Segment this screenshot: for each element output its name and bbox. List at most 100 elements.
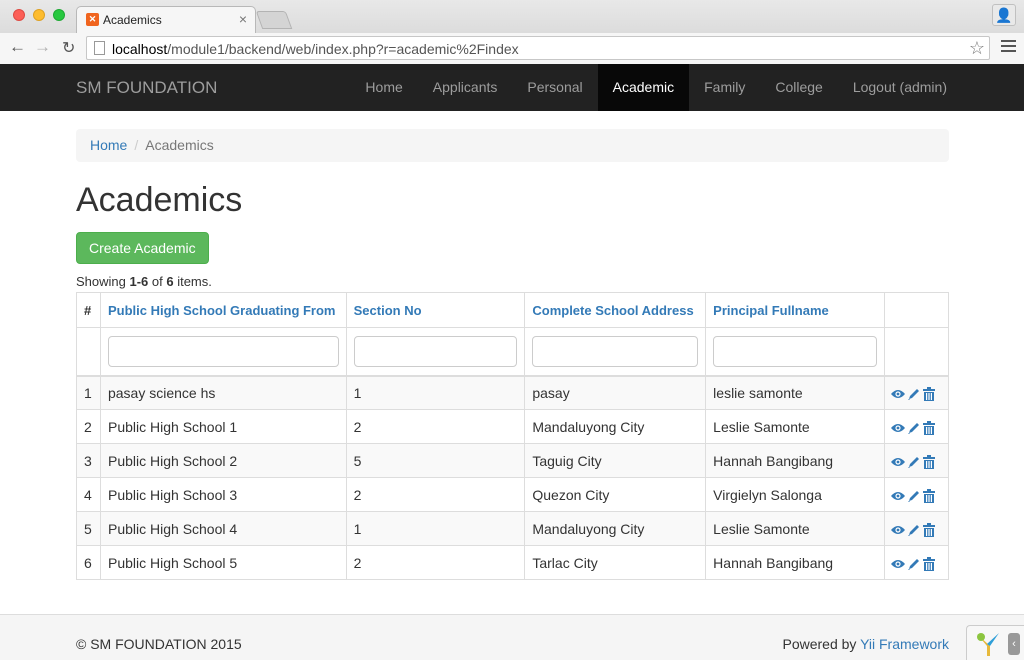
- delete-trash-icon[interactable]: [922, 420, 935, 435]
- profile-icon[interactable]: 👤: [992, 4, 1016, 26]
- delete-trash-icon[interactable]: [922, 556, 935, 571]
- school-address-cell: pasay: [524, 375, 707, 410]
- row-number-cell: 5: [76, 511, 101, 546]
- tab-close-icon[interactable]: ×: [239, 11, 247, 27]
- bookmark-star-icon[interactable]: ☆: [969, 38, 985, 59]
- maximize-window-icon[interactable]: [53, 9, 65, 21]
- filter-cell: [99, 327, 347, 377]
- school-address-cell: Tarlac City: [524, 545, 707, 580]
- filter-cell: [524, 327, 707, 377]
- forward-icon[interactable]: →: [34, 37, 51, 57]
- delete-trash-icon[interactable]: [922, 454, 935, 469]
- row-actions: [883, 375, 950, 410]
- section-no-cell: 2: [345, 477, 526, 512]
- section-filter-input[interactable]: [353, 335, 518, 367]
- close-window-icon[interactable]: [13, 9, 25, 21]
- filter-row: [76, 327, 950, 377]
- principal-name-cell: Leslie Samonte: [705, 511, 885, 546]
- school-name-cell: Public High School 1: [99, 409, 347, 444]
- edit-pencil-icon[interactable]: [907, 387, 921, 401]
- edit-pencil-icon[interactable]: [907, 557, 921, 571]
- column-header-section[interactable]: Section No: [345, 292, 526, 328]
- edit-pencil-icon[interactable]: [907, 455, 921, 469]
- browser-toolbar: ← → ↻ localhost/module1/backend/web/inde…: [0, 33, 1024, 64]
- back-icon[interactable]: ←: [9, 37, 26, 57]
- row-number-cell: 1: [76, 375, 101, 410]
- browser-tab[interactable]: ✕ Academics ×: [76, 6, 256, 33]
- column-header-principal[interactable]: Principal Fullname: [705, 292, 885, 328]
- tab-title: Academics: [103, 13, 162, 27]
- table-row: 1 pasay science hs 1 pasay leslie samonte: [76, 375, 950, 410]
- table-header-row: # Public High School Graduating From Sec…: [76, 292, 950, 328]
- main-content: Home / Academics Academics Create Academic…: [76, 129, 950, 580]
- edit-pencil-icon[interactable]: [907, 523, 921, 537]
- table-row: 3 Public High School 2 5 Taguig City Hannah …: [76, 443, 950, 478]
- view-eye-icon[interactable]: [890, 490, 905, 502]
- new-tab-button[interactable]: [255, 11, 293, 29]
- minimize-window-icon[interactable]: [33, 9, 45, 21]
- nav-college[interactable]: College: [760, 64, 837, 111]
- summary-suffix: items.: [173, 274, 212, 289]
- column-header-actions: [883, 292, 950, 328]
- edit-pencil-icon[interactable]: [907, 489, 921, 503]
- nav-academic[interactable]: Academic: [597, 64, 690, 111]
- filter-cell-empty: [883, 327, 950, 377]
- browser-menu-icon[interactable]: [1001, 40, 1016, 55]
- delete-trash-icon[interactable]: [922, 386, 935, 401]
- yii-framework-link[interactable]: Yii Framework: [860, 636, 949, 652]
- view-eye-icon[interactable]: [890, 422, 905, 434]
- url-path: /module1/backend/web/index.php?r=academi…: [167, 41, 519, 57]
- url-text[interactable]: localhost/module1/backend/web/index.php?…: [112, 41, 519, 57]
- section-no-cell: 2: [345, 409, 526, 444]
- toolbar-toggle-icon[interactable]: ‹: [1008, 633, 1020, 655]
- delete-trash-icon[interactable]: [922, 522, 935, 537]
- school-name-cell: Public High School 2: [99, 443, 347, 478]
- principal-filter-input[interactable]: [713, 335, 877, 367]
- table-body: 1 pasay science hs 1 pasay leslie samonte 2 Pu…: [76, 375, 950, 580]
- powered-by-text: Powered by: [782, 636, 861, 652]
- row-actions: [883, 477, 950, 512]
- favicon-icon: ✕: [86, 13, 99, 26]
- school-name-cell: pasay science hs: [99, 375, 347, 410]
- address-bar[interactable]: localhost/module1/backend/web/index.php?…: [86, 36, 990, 60]
- nav-personal[interactable]: Personal: [512, 64, 597, 111]
- delete-trash-icon[interactable]: [922, 488, 935, 503]
- browser-chrome: ✕ Academics × 👤 ← → ↻ localhost/module1/…: [0, 0, 1024, 64]
- page-icon: [94, 41, 105, 55]
- section-no-cell: 1: [345, 511, 526, 546]
- nav-home[interactable]: Home: [350, 64, 417, 111]
- yii-debug-toolbar[interactable]: ‹: [966, 625, 1024, 660]
- tab-bar: ✕ Academics × 👤: [0, 0, 1024, 33]
- nav-applicants[interactable]: Applicants: [418, 64, 513, 111]
- summary-total: 6: [166, 274, 174, 289]
- view-eye-icon[interactable]: [890, 388, 905, 400]
- view-eye-icon[interactable]: [890, 456, 905, 468]
- school-name-cell: Public High School 4: [99, 511, 347, 546]
- main-nav: Home Applicants Personal Academic Family…: [350, 64, 962, 111]
- principal-name-cell: leslie samonte: [705, 375, 885, 410]
- column-header-number: #: [76, 292, 101, 328]
- nav-family[interactable]: Family: [689, 64, 760, 111]
- column-header-address[interactable]: Complete School Address: [524, 292, 707, 328]
- reload-icon[interactable]: ↻: [62, 38, 75, 58]
- school-address-cell: Taguig City: [524, 443, 707, 478]
- breadcrumb: Home / Academics: [76, 129, 949, 162]
- row-actions: [883, 511, 950, 546]
- nav-logout[interactable]: Logout (admin): [838, 64, 962, 111]
- column-header-school[interactable]: Public High School Graduating From: [99, 292, 347, 328]
- app-navbar: SM FOUNDATION Home Applicants Personal A…: [0, 64, 1024, 111]
- address-filter-input[interactable]: [532, 335, 699, 367]
- section-no-cell: 5: [345, 443, 526, 478]
- view-eye-icon[interactable]: [890, 524, 905, 536]
- school-name-cell: Public High School 3: [99, 477, 347, 512]
- breadcrumb-home[interactable]: Home: [90, 137, 127, 153]
- summary-range: 1-6: [129, 274, 149, 289]
- edit-pencil-icon[interactable]: [907, 421, 921, 435]
- row-number-cell: 4: [76, 477, 101, 512]
- school-filter-input[interactable]: [107, 335, 339, 367]
- view-eye-icon[interactable]: [890, 558, 905, 570]
- create-academic-button[interactable]: Create Academic: [76, 232, 209, 264]
- url-host: localhost: [112, 41, 168, 57]
- brand-link[interactable]: SM FOUNDATION: [76, 78, 217, 98]
- grid-summary: Showing 1-6 of 6 items.: [76, 274, 949, 290]
